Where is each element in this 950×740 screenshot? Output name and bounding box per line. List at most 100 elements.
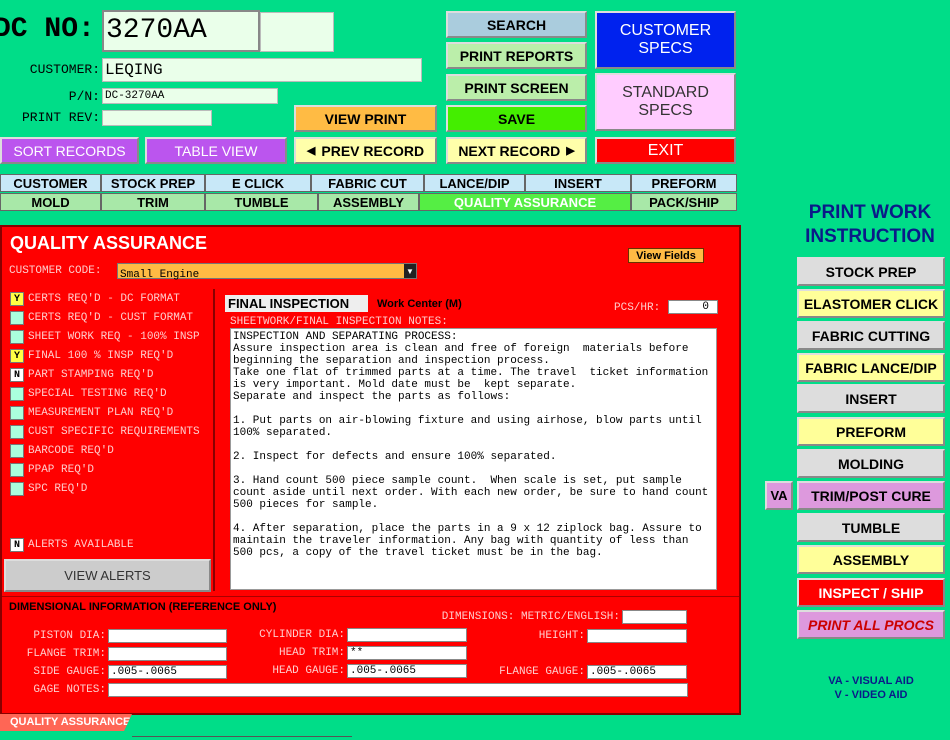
work-instruction-button[interactable]: FABRIC LANCE/DIP (797, 353, 945, 382)
tab-e-click[interactable]: E CLICK (205, 174, 311, 192)
tab-lance-dip[interactable]: LANCE/DIP (424, 174, 525, 192)
checklist-flag[interactable] (10, 444, 24, 458)
view-print-button[interactable]: VIEW PRINT (294, 105, 437, 132)
quality-assurance-panel: QUALITY ASSURANCE View Fields CUSTOMER C… (0, 225, 741, 715)
side-gauge-field[interactable]: .005-.0065 (108, 665, 227, 679)
work-instruction-button[interactable]: TRIM/POST CURE (797, 481, 945, 510)
checklist-row: BARCODE REQ'D (10, 444, 114, 458)
work-instruction-button[interactable]: PREFORM (797, 417, 945, 446)
search-button[interactable]: SEARCH (446, 11, 587, 38)
checklist-flag[interactable] (10, 482, 24, 496)
customer-field[interactable]: LEQING (102, 58, 422, 82)
view-fields-button[interactable]: View Fields (628, 248, 704, 263)
flange-gauge-label: FLANGE GAUGE: (499, 666, 585, 678)
work-instruction-button[interactable]: TUMBLE (797, 513, 945, 542)
gage-notes-field[interactable] (108, 683, 688, 697)
tab-stock-prep[interactable]: STOCK PREP (101, 174, 205, 192)
va-button[interactable]: VA (765, 481, 793, 510)
tab-mold[interactable]: MOLD (0, 193, 101, 211)
work-instruction-button[interactable]: FABRIC CUTTING (797, 321, 945, 350)
dimensions-field[interactable] (622, 610, 687, 624)
piston-dia-field[interactable] (108, 629, 227, 643)
customer-label: CUSTOMER: (29, 62, 100, 77)
work-instruction-button[interactable]: MOLDING (797, 449, 945, 478)
height-field[interactable] (587, 629, 687, 643)
print-reports-button[interactable]: PRINT REPORTS (446, 42, 587, 69)
checklist-flag[interactable] (10, 311, 24, 325)
flange-trim-field[interactable] (108, 647, 227, 661)
head-gauge-field[interactable]: .005-.0065 (347, 664, 467, 678)
legend-va: VA - VISUAL AID (828, 675, 914, 687)
checklist-flag[interactable] (10, 463, 24, 477)
flange-trim-label: FLANGE TRIM: (26, 648, 106, 660)
customer-specs-button[interactable]: CUSTOMER SPECS (595, 11, 736, 69)
tab-tumble[interactable]: TUMBLE (205, 193, 318, 211)
checklist-label: MEASUREMENT PLAN REQ'D (28, 407, 174, 419)
alerts-label: ALERTS AVAILABLE (28, 539, 134, 551)
work-instruction-button[interactable]: ASSEMBLY (797, 545, 945, 574)
notes-label: SHEETWORK/FINAL INSPECTION NOTES: (230, 316, 448, 328)
cylinder-dia-field[interactable] (347, 628, 467, 642)
print-screen-button[interactable]: PRINT SCREEN (446, 74, 587, 101)
tab-row-2: MOLD TRIM TUMBLE ASSEMBLY QUALITY ASSURA… (0, 193, 737, 211)
piston-dia-label: PISTON DIA: (33, 630, 106, 642)
view-alerts-button[interactable]: VIEW ALERTS (4, 559, 211, 592)
tab-pack-ship[interactable]: PACK/SHIP (631, 193, 737, 211)
checklist-flag[interactable] (10, 425, 24, 439)
pcs-hr-label: PCS/HR: (614, 302, 661, 314)
chevron-down-icon[interactable]: ▼ (404, 264, 416, 278)
tab-quality-assurance[interactable]: QUALITY ASSURANCE (419, 193, 631, 211)
tab-customer[interactable]: CUSTOMER (0, 174, 101, 192)
next-record-button[interactable]: NEXT RECORD ▶ (446, 137, 587, 164)
dimensions-label: DIMENSIONS: METRIC/ENGLISH: (441, 611, 620, 623)
checklist-flag[interactable] (10, 330, 24, 344)
notes-textarea[interactable]: INSPECTION AND SEPARATING PROCESS: Assur… (230, 328, 717, 590)
checklist-flag[interactable]: N (10, 368, 24, 382)
head-trim-field[interactable]: ** (347, 646, 467, 660)
standard-specs-button[interactable]: STANDARD SPECS (595, 73, 736, 131)
bottom-tab-quality-assurance[interactable]: QUALITY ASSURANCE (0, 714, 132, 731)
checklist-label: SPECIAL TESTING REQ'D (28, 388, 167, 400)
checklist-row: PPAP REQ'D (10, 463, 94, 477)
tab-assembly[interactable]: ASSEMBLY (318, 193, 419, 211)
work-instruction-button[interactable]: STOCK PREP (797, 257, 945, 286)
checklist-flag[interactable]: Y (10, 349, 24, 363)
prev-record-button[interactable]: ◀ PREV RECORD (294, 137, 437, 164)
print-rev-field[interactable] (102, 110, 212, 126)
tab-fabric-cut[interactable]: FABRIC CUT (311, 174, 424, 192)
tab-trim[interactable]: TRIM (101, 193, 205, 211)
checklist-label: PART STAMPING REQ'D (28, 369, 154, 381)
alerts-flag[interactable]: N (10, 538, 24, 552)
pn-field[interactable]: DC-3270AA (102, 88, 278, 104)
checklist-flag[interactable] (10, 387, 24, 401)
checklist-label: SPC REQ'D (28, 483, 88, 495)
sort-records-button[interactable]: SORT RECORDS (0, 137, 139, 164)
table-view-button[interactable]: TABLE VIEW (145, 137, 287, 164)
checklist-row: SHEET WORK REQ - 100% INSP (10, 330, 200, 344)
dc-number-field[interactable]: 3270AA (102, 10, 260, 52)
tab-insert[interactable]: INSERT (525, 174, 631, 192)
customer-code-label: CUSTOMER CODE: (9, 265, 102, 277)
dc-label: DC NO: (0, 14, 95, 45)
final-inspection-tab[interactable]: FINAL INSPECTION (225, 295, 368, 312)
checklist-label: BARCODE REQ'D (28, 445, 114, 457)
work-instruction-button[interactable]: ELASTOMER CLICK (797, 289, 945, 318)
save-button[interactable]: SAVE (446, 105, 587, 132)
print-work-instruction-title: PRINT WORK INSTRUCTION (805, 202, 935, 247)
checklist-flag[interactable] (10, 406, 24, 420)
dc-number-extra-field[interactable] (260, 12, 334, 52)
checklist-label: CERTS REQ'D - CUST FORMAT (28, 312, 194, 324)
tab-preform[interactable]: PREFORM (631, 174, 737, 192)
checklist-row: Y CERTS REQ'D - DC FORMAT (10, 292, 180, 306)
work-instruction-button[interactable]: PRINT ALL PROCS (797, 610, 945, 639)
checklist-flag[interactable]: Y (10, 292, 24, 306)
checklist-row: SPECIAL TESTING REQ'D (10, 387, 167, 401)
pcs-hr-field[interactable]: 0 (668, 300, 718, 314)
flange-gauge-field[interactable]: .005-.0065 (587, 665, 687, 679)
customer-code-select[interactable]: Small Engine ▼ (117, 263, 417, 281)
work-instruction-button[interactable]: INSERT (797, 384, 945, 413)
checklist-row: CUST SPECIFIC REQUIREMENTS (10, 425, 200, 439)
checklist-row: N PART STAMPING REQ'D (10, 368, 153, 382)
exit-button[interactable]: EXIT (595, 137, 736, 164)
work-instruction-button[interactable]: INSPECT / SHIP (797, 578, 945, 607)
